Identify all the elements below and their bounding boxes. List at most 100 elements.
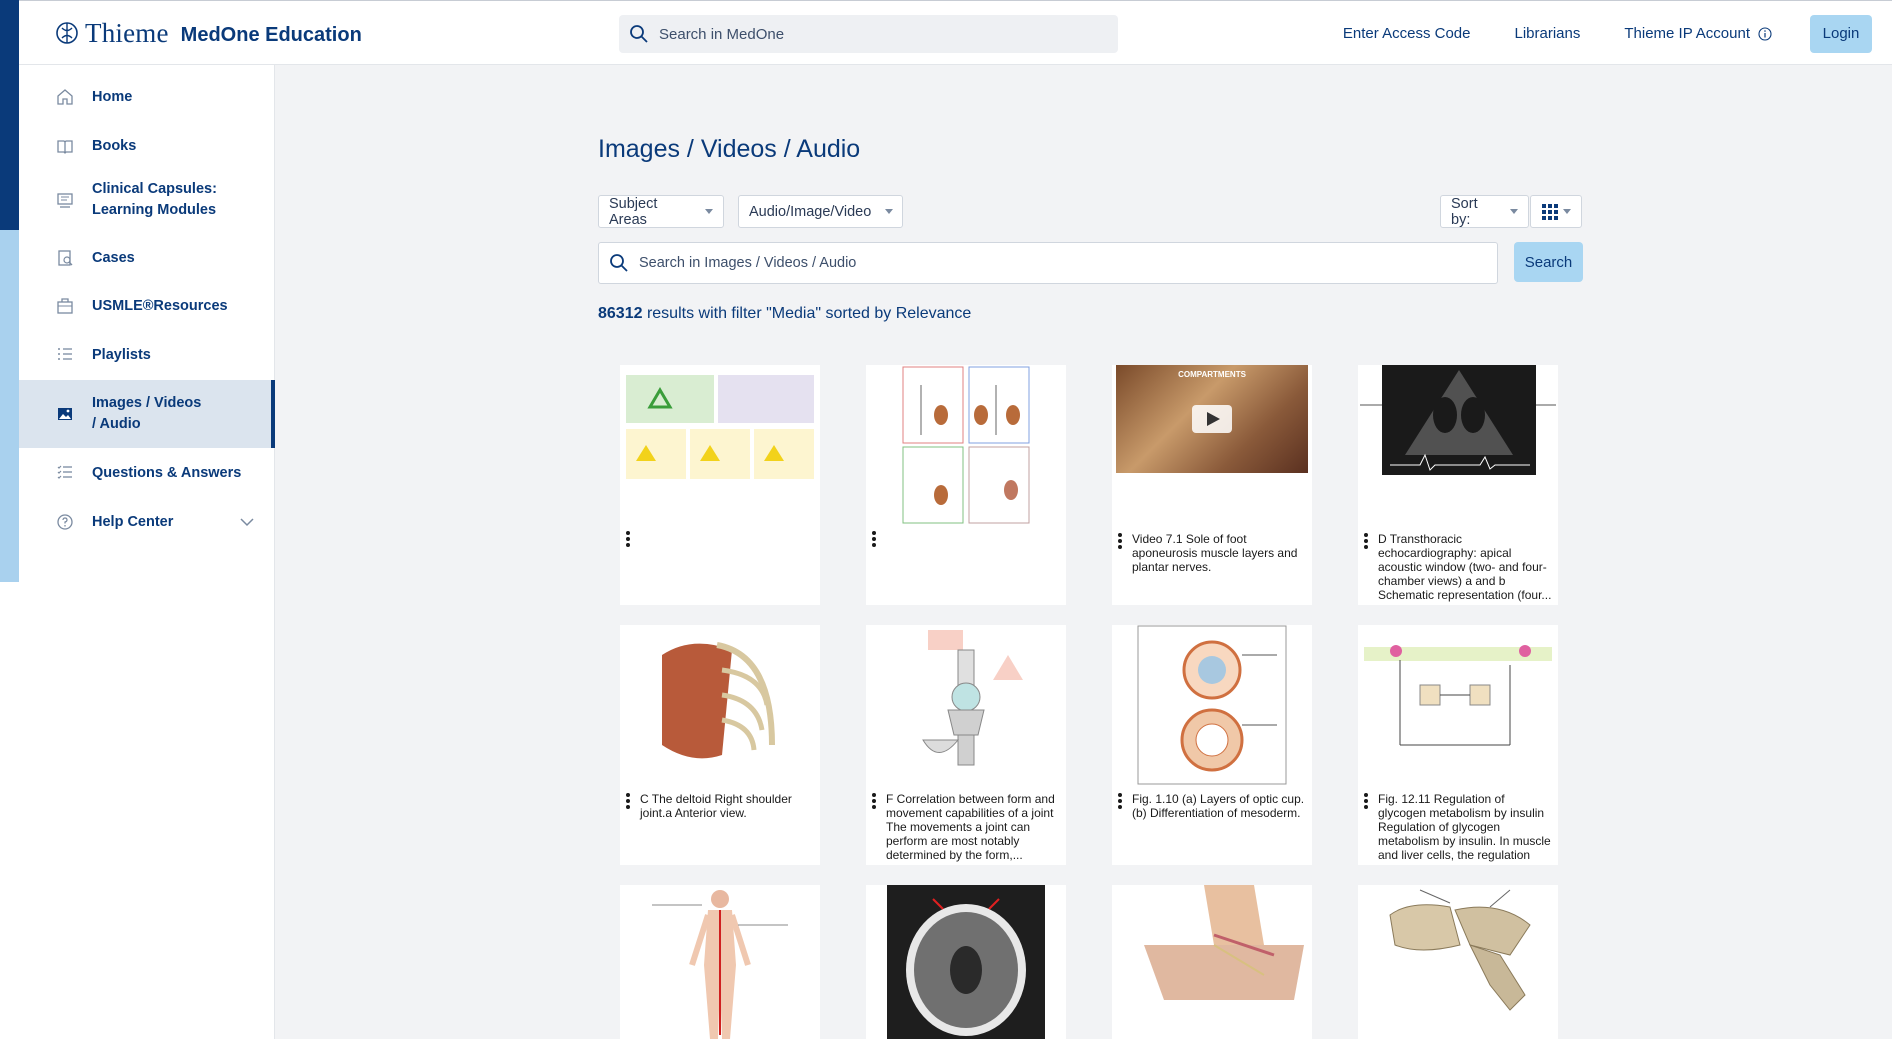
results-summary: 86312 results with filter "Media" sorted…: [598, 305, 971, 323]
media-card[interactable]: C The deltoid Right shoulder joint.a Ant…: [620, 625, 820, 865]
more-options-icon[interactable]: [626, 531, 630, 547]
subject-areas-dropdown[interactable]: Subject Areas: [598, 195, 724, 228]
login-button[interactable]: Login: [1810, 14, 1872, 53]
more-options-icon[interactable]: [1118, 533, 1122, 549]
ip-account-label: Thieme IP Account: [1624, 25, 1750, 42]
info-icon[interactable]: [1758, 26, 1772, 41]
media-card[interactable]: [1112, 885, 1312, 1039]
sidebar-item-label: Home: [92, 88, 133, 105]
media-thumbnail[interactable]: [866, 625, 1066, 795]
caret-down-icon: [885, 209, 894, 214]
chevron-down-icon[interactable]: [239, 514, 255, 530]
media-thumbnail[interactable]: [620, 365, 820, 535]
global-search-placeholder: Search in MedOne: [659, 25, 785, 43]
sidebar-item-label: USMLE®Resources: [92, 297, 228, 314]
search-button[interactable]: Search: [1514, 242, 1583, 282]
search-icon: [630, 25, 648, 43]
media-card[interactable]: [620, 365, 820, 605]
media-caption: C The deltoid Right shoulder joint.a Ant…: [640, 792, 792, 820]
ct-scan-thumbnail-icon: [887, 885, 1045, 1039]
media-card[interactable]: Fig. 1.10 (a) Layers of optic cup. (b) D…: [1112, 625, 1312, 865]
top-header: Thieme MedOne Education Search in MedOne…: [19, 0, 1892, 65]
brand-name: Thieme: [85, 17, 169, 48]
caret-down-icon: [705, 209, 713, 214]
media-card[interactable]: F Correlation between form and movement …: [866, 625, 1066, 865]
media-caption: Fig. 1.10 (a) Layers of optic cup. (b) D…: [1132, 792, 1305, 820]
search-icon: [610, 254, 628, 272]
subject-areas-label: Subject Areas: [609, 195, 658, 228]
home-icon: [57, 89, 73, 105]
media-thumbnail[interactable]: [1112, 885, 1312, 1039]
media-card[interactable]: [866, 885, 1066, 1039]
sidebar-item-label: Questions & Answers: [92, 464, 242, 481]
media-search-placeholder: Search in Images / Videos / Audio: [639, 255, 857, 271]
media-thumbnail[interactable]: [620, 885, 820, 1039]
media-thumbnail[interactable]: [866, 365, 1066, 535]
media-thumbnail[interactable]: COMPARTMENTS: [1112, 365, 1312, 535]
sidebar-item-clinical-capsules[interactable]: Clinical Capsules: Learning Modules: [19, 173, 275, 227]
more-options-icon[interactable]: [1364, 533, 1368, 549]
glycogen-pathway-thumbnail-icon: [1364, 645, 1552, 746]
kidney-diagram-thumbnail-icon: [902, 366, 1030, 524]
brand-stripe: [0, 0, 19, 1039]
media-caption: Fig. 12.11 Regulation of glycogen metabo…: [1378, 792, 1551, 862]
librarians-link[interactable]: Librarians: [1515, 25, 1581, 42]
playlist-icon: [58, 348, 72, 360]
media-card[interactable]: D Transthoracic echocardiography: apical…: [1358, 365, 1558, 605]
sidebar-item-label: Images / Videos / Audio: [92, 395, 202, 432]
media-caption: F Correlation between form and movement …: [886, 792, 1055, 862]
sidebar-item-usmle-resources[interactable]: USMLE®Resources: [19, 286, 275, 326]
logo[interactable]: Thieme MedOne Education: [55, 15, 362, 51]
media-search-input[interactable]: Search in Images / Videos / Audio: [598, 242, 1498, 284]
sidebar-item-label: Clinical Capsules: Learning Modules: [92, 181, 217, 218]
sidebar-item-images-videos-audio[interactable]: Images / Videos / Audio: [19, 380, 275, 448]
sort-by-dropdown[interactable]: Sort by:: [1440, 195, 1529, 228]
media-card[interactable]: [620, 885, 820, 1039]
header-nav: Enter Access Code Librarians Thieme IP A…: [1343, 1, 1892, 66]
media-card[interactable]: COMPARTMENTS Video 7.1 Sole of foot apon…: [1112, 365, 1312, 605]
ip-account-link[interactable]: Thieme IP Account: [1624, 25, 1772, 42]
infographic-thumbnail-icon: [622, 365, 818, 485]
media-thumbnail[interactable]: [1358, 625, 1558, 795]
briefcase-icon: [57, 298, 73, 314]
media-thumbnail[interactable]: [620, 625, 820, 795]
media-thumbnail[interactable]: [1112, 625, 1312, 795]
media-thumbnail[interactable]: [866, 885, 1066, 1039]
optic-cup-thumbnail-icon: [1137, 625, 1287, 785]
caret-down-icon: [1563, 209, 1571, 214]
product-name: MedOne Education: [180, 23, 362, 46]
play-icon[interactable]: [1192, 405, 1232, 433]
thieme-logo-icon: [56, 22, 78, 44]
media-thumbnail[interactable]: [1358, 365, 1558, 535]
media-card[interactable]: [866, 365, 1066, 605]
sidebar-item-label: Books: [92, 137, 137, 154]
more-options-icon[interactable]: [872, 793, 876, 809]
more-options-icon[interactable]: [872, 531, 876, 547]
media-type-dropdown[interactable]: Audio/Image/Video: [738, 195, 903, 228]
body-circulation-thumbnail-icon: [652, 890, 788, 1039]
sidebar-item-cases[interactable]: Cases: [19, 238, 275, 278]
sidebar-item-books[interactable]: Books: [19, 126, 275, 166]
enter-access-code-link[interactable]: Enter Access Code: [1343, 25, 1471, 42]
help-icon: [57, 514, 73, 530]
more-options-icon[interactable]: [626, 793, 630, 809]
media-card[interactable]: [1358, 885, 1558, 1039]
results-count: 86312: [598, 305, 643, 322]
global-search-input[interactable]: Search in MedOne: [619, 15, 1118, 53]
sidebar-item-playlists[interactable]: Playlists: [19, 335, 275, 375]
neck-anatomy-thumbnail-icon: [1144, 885, 1304, 1000]
media-card[interactable]: Fig. 12.11 Regulation of glycogen metabo…: [1358, 625, 1558, 865]
media-thumbnail[interactable]: [1358, 885, 1558, 1039]
more-options-icon[interactable]: [1364, 793, 1368, 809]
grid-view-icon: [1542, 203, 1558, 220]
view-mode-toggle[interactable]: [1530, 195, 1582, 228]
sidebar-item-questions-answers[interactable]: Questions & Answers: [19, 453, 275, 493]
sort-by-label: Sort by:: [1451, 195, 1478, 228]
sidebar-item-help-center[interactable]: Help Center: [19, 502, 275, 542]
more-options-icon[interactable]: [1118, 793, 1122, 809]
image-icon: [58, 408, 72, 420]
checklist-icon: [57, 465, 72, 479]
sidebar-item-home[interactable]: Home: [19, 77, 275, 117]
shoulder-anatomy-thumbnail-icon: [662, 642, 775, 759]
sidebar: Home Books Clinical Capsules: Learning M…: [19, 65, 275, 1039]
